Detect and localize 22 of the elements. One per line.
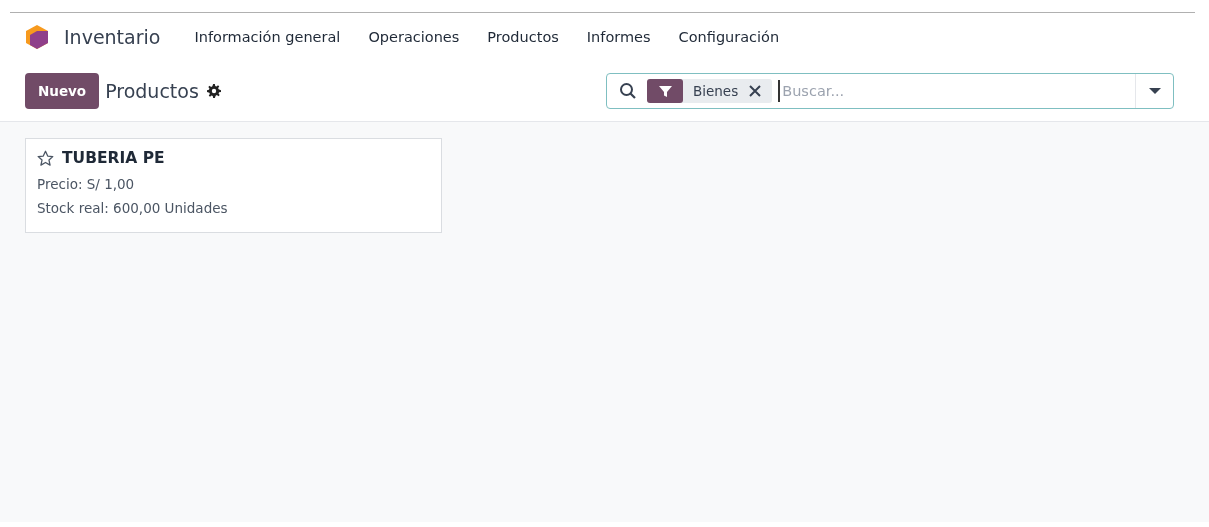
menu-item[interactable]: Información general	[180, 29, 355, 45]
settings-icon[interactable]	[206, 84, 221, 98]
menu-item[interactable]: Configuración	[664, 29, 794, 45]
close-icon[interactable]	[748, 84, 763, 98]
menu-item[interactable]: Productos	[473, 29, 573, 45]
product-detail: Precio: S/ 1,00	[37, 175, 136, 194]
product-detail: Stock real: 600,00 Unidades	[37, 199, 229, 218]
search-field[interactable]: Buscar...	[778, 80, 1135, 102]
page-title: Productos	[105, 80, 199, 102]
star-icon[interactable]	[37, 149, 54, 167]
product-name: TUBERIA PE	[62, 149, 165, 167]
app-logo-icon[interactable]	[24, 24, 50, 50]
search-icon[interactable]	[619, 82, 637, 100]
caret-icon	[1148, 87, 1161, 95]
menu-item[interactable]: Operaciones	[354, 29, 474, 45]
new-button[interactable]: Nuevo	[25, 73, 100, 109]
search-bar[interactable]: Bienes Buscar...	[606, 73, 1174, 109]
filter-facet[interactable]: Bienes	[647, 79, 773, 103]
filter-icon	[647, 79, 683, 103]
product-card[interactable]: TUBERIA PE Precio: S/ 1,00 Stock real: 600,00 Unidades	[25, 138, 442, 233]
menu-item[interactable]: Informes	[572, 29, 665, 45]
app-name: Inventario	[64, 26, 161, 48]
